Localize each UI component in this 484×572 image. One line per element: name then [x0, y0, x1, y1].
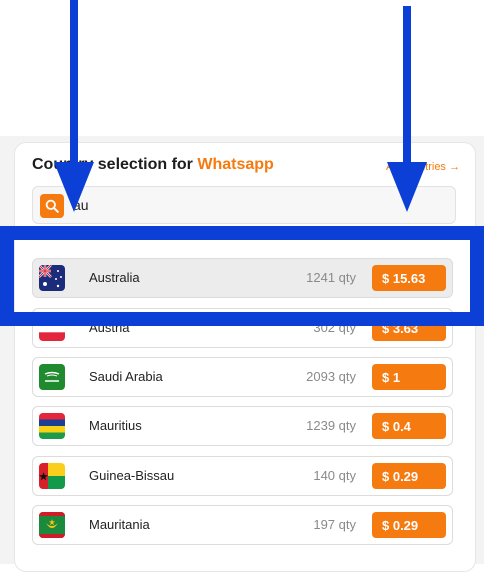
annotation-arrow-left — [54, 0, 94, 212]
annotation-arrows — [54, 0, 427, 212]
annotation-arrow-right — [387, 6, 427, 212]
